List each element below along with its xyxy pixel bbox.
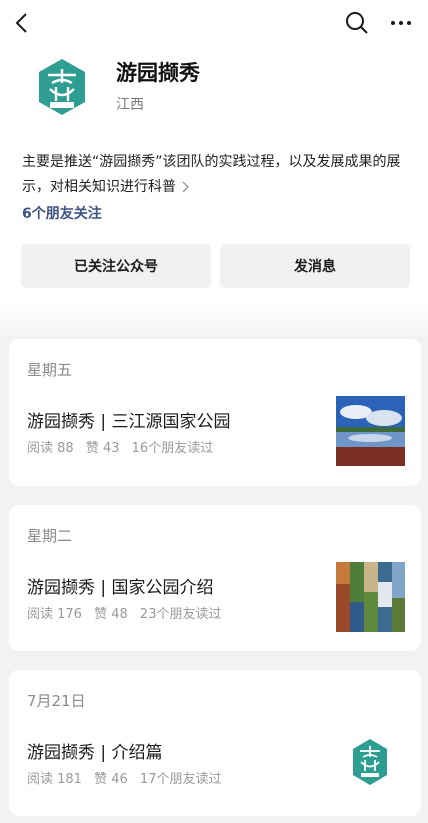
article-card[interactable]: 星期五 游园撷秀 | 三江源国家公园 阅读 88 赞 43 16个朋友读过: [9, 339, 421, 486]
like-count: 赞 48: [94, 607, 128, 622]
account-header: 游园撷秀 江西 主要是推送“游园撷秀”该团队的实践过程，以及发展成果的展示，对相…: [0, 0, 428, 340]
send-message-button[interactable]: 发消息: [220, 244, 410, 288]
read-count: 阅读 88: [27, 441, 74, 456]
article-date: 星期二: [27, 527, 73, 545]
article-card[interactable]: 7月21日 游园撷秀 | 介绍篇 阅读 181 赞 46 17个朋友读过: [9, 670, 421, 816]
account-description[interactable]: 主要是推送“游园撷秀”该团队的实践过程，以及发展成果的展示，对相关知识进行科普: [22, 150, 422, 200]
account-region: 江西: [116, 97, 144, 113]
article-stats: 阅读 88 赞 43 16个朋友读过: [27, 437, 221, 456]
park-collage-photo: [336, 562, 405, 632]
teal-emblem-logo: [39, 59, 85, 115]
article-title[interactable]: 游园撷秀 | 三江源国家公园: [27, 407, 231, 432]
header-fade: [0, 300, 428, 340]
friends-read-count: 16个朋友读过: [131, 441, 214, 456]
read-count: 阅读 181: [27, 772, 82, 787]
avatar[interactable]: [36, 57, 88, 117]
like-count: 赞 43: [85, 441, 120, 456]
read-count: 阅读 176: [27, 607, 82, 622]
back-button[interactable]: [10, 10, 36, 36]
teal-emblem-logo: [336, 727, 405, 797]
article-stats: 阅读 181 赞 46 17个朋友读过: [27, 768, 229, 787]
search-button[interactable]: [344, 10, 370, 36]
like-count: 赞 46: [94, 772, 128, 787]
chevron-left-icon: [15, 13, 27, 33]
article-thumbnail[interactable]: [336, 396, 405, 466]
article-card[interactable]: 星期二 游园撷秀 | 国家公园介绍 阅读 176 赞 48 23个朋友读过: [9, 505, 421, 651]
friends-read-count: 17个朋友读过: [139, 772, 222, 787]
article-thumbnail[interactable]: [336, 562, 405, 632]
article-title[interactable]: 游园撷秀 | 国家公园介绍: [27, 573, 214, 598]
article-date: 7月21日: [27, 692, 86, 710]
article-stats: 阅读 176 赞 48 23个朋友读过: [27, 603, 229, 622]
followed-button[interactable]: 已关注公众号: [21, 244, 211, 288]
article-title[interactable]: 游园撷秀 | 介绍篇: [27, 738, 163, 763]
more-dots-icon: [391, 21, 411, 25]
chevron-right-icon: [182, 181, 189, 193]
article-thumbnail[interactable]: [336, 727, 405, 797]
account-name: 游园撷秀: [116, 61, 200, 85]
friends-read-count: 23个朋友读过: [139, 607, 222, 622]
description-text: 主要是推送“游园撷秀”该团队的实践过程，以及发展成果的展示，对相关知识进行科普: [22, 154, 401, 195]
more-button[interactable]: [388, 10, 414, 36]
friends-follow-link[interactable]: 6个朋友关注: [22, 203, 102, 223]
article-date: 星期五: [27, 361, 73, 379]
landscape-lake-photo: [336, 396, 405, 466]
search-icon: [346, 12, 368, 34]
